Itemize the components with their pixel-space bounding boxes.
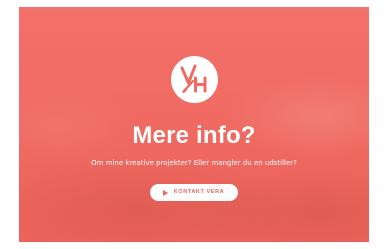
hero-content: Mere info? Om mine kreative projekter? E… — [19, 7, 369, 242]
play-icon — [162, 189, 168, 196]
contact-button[interactable]: KONTAKT VERA — [149, 184, 239, 201]
page-title: Mere info? — [132, 122, 256, 149]
hero-section: Mere info? Om mine kreative projekter? E… — [19, 7, 369, 242]
subtitle: Om mine kreative projekter? Eller mangle… — [91, 159, 297, 167]
logo — [170, 56, 218, 103]
vh-paintbrush-monogram-icon — [180, 64, 207, 93]
contact-button-label: KONTAKT VERA — [173, 189, 225, 195]
